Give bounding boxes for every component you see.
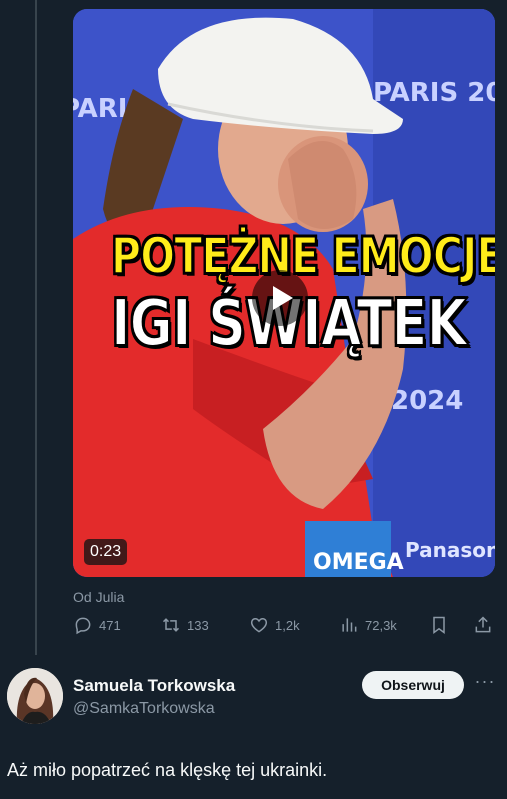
avatar[interactable] (7, 668, 63, 724)
profile-photo (7, 668, 63, 724)
author-display-name[interactable]: Samuela Torkowska (73, 676, 235, 696)
share-button[interactable] (473, 615, 493, 635)
retweet-count: 133 (187, 617, 209, 633)
bookmark-button[interactable] (429, 615, 449, 635)
video-attribution[interactable]: Od Julia (73, 589, 124, 605)
author-handle[interactable]: @SamkaTorkowska (73, 700, 215, 718)
views-button[interactable]: 72,3k (339, 615, 397, 635)
retweet-icon (162, 618, 180, 632)
analytics-icon (342, 618, 357, 632)
tweet-action-bar: 471 133 1,2k 72,3k (73, 615, 497, 641)
reply-count: 471 (99, 617, 121, 633)
svg-text:OMEGA: OMEGA (313, 550, 404, 575)
svg-text:Panasonic: Panasonic (405, 538, 495, 562)
play-button[interactable] (252, 270, 308, 326)
retweet-button[interactable]: 133 (161, 615, 209, 635)
more-options-icon[interactable]: ··· (472, 672, 498, 694)
svg-text:PARIS 2024: PARIS 2024 (373, 78, 495, 108)
views-count: 72,3k (365, 617, 397, 633)
reply-button[interactable]: 471 (73, 615, 121, 635)
thread-connector-line (35, 0, 37, 655)
play-icon (272, 286, 293, 310)
video-duration-badge: 0:23 (84, 539, 128, 565)
like-count: 1,2k (275, 617, 300, 633)
svg-text:2024: 2024 (391, 386, 463, 416)
heart-icon (250, 617, 268, 633)
reply-icon (75, 617, 91, 635)
bookmark-icon (433, 616, 445, 634)
share-icon (475, 616, 491, 633)
like-button[interactable]: 1,2k (249, 615, 300, 635)
follow-button[interactable]: Obserwuj (362, 671, 464, 699)
tweet-text: Aż miło popatrzeć na klęskę tej ukrainki… (7, 760, 328, 780)
